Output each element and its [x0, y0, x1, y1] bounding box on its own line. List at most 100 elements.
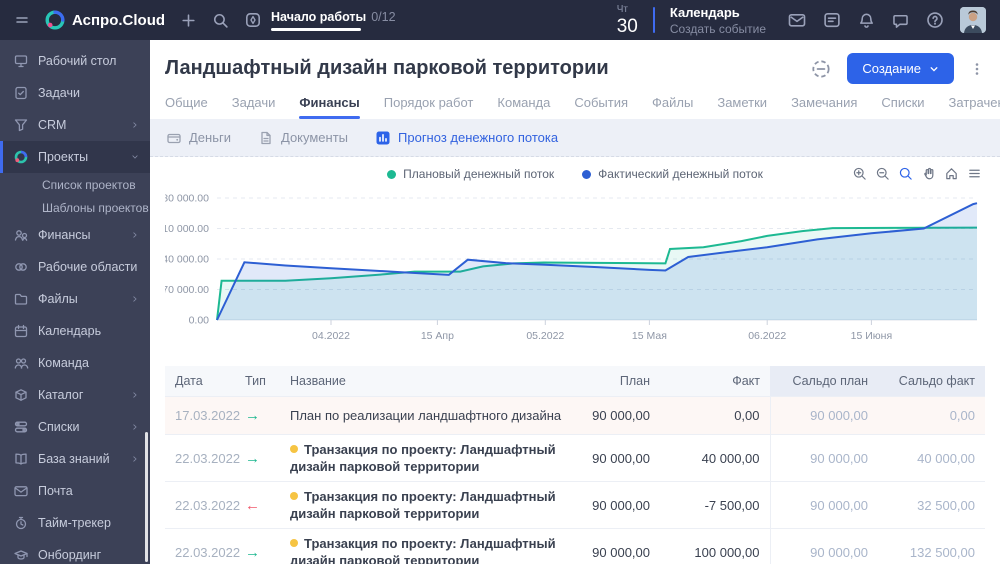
mail-icon[interactable] — [787, 10, 807, 30]
row-name: Транзакция по проекту: Ландшафтный дизай… — [280, 528, 575, 564]
svg-text:15 Мая: 15 Мая — [632, 330, 667, 342]
home-icon[interactable] — [944, 166, 959, 181]
chevron-right-icon — [130, 294, 140, 304]
sidebar-item-tasks[interactable]: Задачи — [0, 77, 150, 109]
table-row[interactable]: 22.03.2022 → Транзакция по проекту: Ланд… — [165, 528, 985, 564]
sidebar-item-timer[interactable]: Тайм-трекер — [0, 507, 150, 539]
calendar-subtitle: Создать событие — [669, 21, 766, 36]
timer-icon — [13, 515, 29, 531]
main-content: Ландшафтный дизайн парковой территории С… — [150, 40, 1000, 564]
row-saldo-fact: 32 500,00 — [878, 481, 985, 529]
sidebar-item-projects[interactable]: Проекты — [0, 141, 150, 173]
cashflow-chart[interactable]: 280 000.00 210 000.00 140 000.00 70 000.00 0… — [165, 184, 985, 344]
row-type: ← — [235, 481, 280, 529]
zoom-out-icon[interactable] — [875, 166, 890, 181]
row-plan: 90 000,00 — [575, 481, 660, 529]
user-avatar[interactable] — [960, 7, 986, 33]
sidebar-item-lists[interactable]: Списки — [0, 411, 150, 443]
cashflow-table-wrap: Дата Тип Название План Факт Сальдо план Сальдо… — [150, 366, 1000, 564]
folder-icon — [13, 291, 29, 307]
create-button[interactable]: Создание — [847, 53, 954, 84]
hamburger-menu-icon[interactable] — [14, 12, 30, 28]
today-date[interactable]: Чт 30 — [616, 4, 638, 37]
sidebar-item-label: Команда — [38, 356, 89, 370]
tab-8[interactable]: Замечания — [791, 95, 857, 119]
sidebar-item-funnel[interactable]: CRM — [0, 109, 150, 141]
add-icon[interactable] — [180, 12, 197, 29]
legend-item[interactable]: Фактический денежный поток — [582, 167, 763, 181]
menu-icon[interactable] — [967, 166, 982, 181]
sidebar-item-calendar[interactable]: Календарь — [0, 315, 150, 347]
column-header[interactable]: Название — [280, 366, 575, 397]
sidebar-item-team[interactable]: Команда — [0, 347, 150, 379]
chat-icon[interactable] — [891, 11, 910, 30]
tab-10[interactable]: Затраченное время — [949, 95, 1000, 119]
tab-7[interactable]: Заметки — [717, 95, 767, 119]
sidebar-item-label: Тайм-трекер — [38, 516, 111, 530]
forecast-icon — [375, 130, 391, 146]
onboarding-count: 0/12 — [371, 9, 396, 24]
tab-9[interactable]: Списки — [881, 95, 924, 119]
sidebar-item-label: Файлы — [38, 292, 78, 306]
chevron-down-icon — [930, 66, 938, 71]
funnel-icon — [13, 117, 29, 133]
pan-icon[interactable] — [921, 166, 936, 181]
subtab-forecast[interactable]: Прогноз денежного потока — [375, 130, 558, 146]
chevron-right-icon — [130, 422, 140, 432]
subtab-docs[interactable]: Документы — [258, 130, 348, 146]
calendar-shortcut[interactable]: Календарь Создать событие — [670, 5, 766, 36]
tab-0[interactable]: Общие — [165, 95, 208, 119]
selection-zoom-icon[interactable] — [898, 166, 913, 181]
legend-item[interactable]: Плановый денежный поток — [387, 167, 554, 181]
copy-link-icon[interactable] — [810, 58, 832, 80]
more-options-icon[interactable] — [969, 61, 985, 77]
column-header[interactable]: Сальдо план — [770, 366, 878, 397]
column-header[interactable]: Тип — [235, 366, 280, 397]
sidebar-item-folder[interactable]: Файлы — [0, 283, 150, 315]
onboarding-progress[interactable]: Начало работы 0/12 — [244, 10, 396, 31]
zoom-in-icon[interactable] — [852, 166, 867, 181]
notes-icon[interactable] — [822, 10, 842, 30]
svg-text:05.2022: 05.2022 — [526, 330, 564, 342]
day-number: 30 — [616, 15, 638, 37]
sidebar-item-finance[interactable]: Финансы — [0, 219, 150, 251]
table-row[interactable]: 17.03.2022 → План по реализации ландшафт… — [165, 396, 985, 435]
sidebar-subitem[interactable]: Список проектов — [0, 173, 150, 196]
desktop-icon — [13, 53, 29, 69]
svg-text:140 000.00: 140 000.00 — [165, 254, 209, 266]
status-dot — [290, 539, 298, 547]
row-saldo-plan: 90 000,00 — [769, 396, 878, 435]
sidebar-item-knowledge[interactable]: База знаний — [0, 443, 150, 475]
sidebar-item-desktop[interactable]: Рабочий стол — [0, 45, 150, 77]
tab-6[interactable]: Файлы — [652, 95, 693, 119]
help-icon[interactable] — [925, 10, 945, 30]
sidebar-subitem[interactable]: Шаблоны проектов — [0, 196, 150, 219]
sidebar-item-catalog[interactable]: Каталог — [0, 379, 150, 411]
row-saldo-fact: 40 000,00 — [878, 434, 985, 482]
row-name: Транзакция по проекту: Ландшафтный дизай… — [280, 434, 575, 482]
sidebar-item-mail[interactable]: Почта — [0, 475, 150, 507]
row-type: → — [235, 434, 280, 482]
tab-1[interactable]: Задачи — [232, 95, 276, 119]
search-icon[interactable] — [212, 12, 229, 29]
row-date: 22.03.2022 — [165, 481, 240, 529]
sidebar-item-onboarding[interactable]: Онбординг — [0, 539, 150, 564]
column-header[interactable]: Факт — [660, 366, 770, 397]
subtab-money[interactable]: Деньги — [166, 130, 231, 146]
onboarding-icon — [13, 547, 29, 563]
app-logo[interactable]: Аспро.Cloud — [45, 10, 165, 30]
team-icon — [13, 355, 29, 371]
tab-2[interactable]: Финансы — [299, 95, 361, 119]
column-header[interactable]: План — [575, 366, 660, 397]
bell-icon[interactable] — [857, 11, 876, 30]
sidebar-scrollbar[interactable] — [145, 432, 148, 562]
table-row[interactable]: 22.03.2022 → Транзакция по проекту: Ланд… — [165, 434, 985, 482]
column-header[interactable]: Дата — [165, 366, 235, 397]
tab-5[interactable]: События — [574, 95, 628, 119]
table-row[interactable]: 22.03.2022 ← Транзакция по проекту: Ланд… — [165, 481, 985, 529]
tab-3[interactable]: Порядок работ — [384, 95, 474, 119]
sidebar-item-workspace[interactable]: Рабочие области — [0, 251, 150, 283]
svg-text:15 Июня: 15 Июня — [851, 330, 893, 342]
tab-4[interactable]: Команда — [497, 95, 550, 119]
column-header[interactable]: Сальдо факт — [878, 366, 985, 397]
